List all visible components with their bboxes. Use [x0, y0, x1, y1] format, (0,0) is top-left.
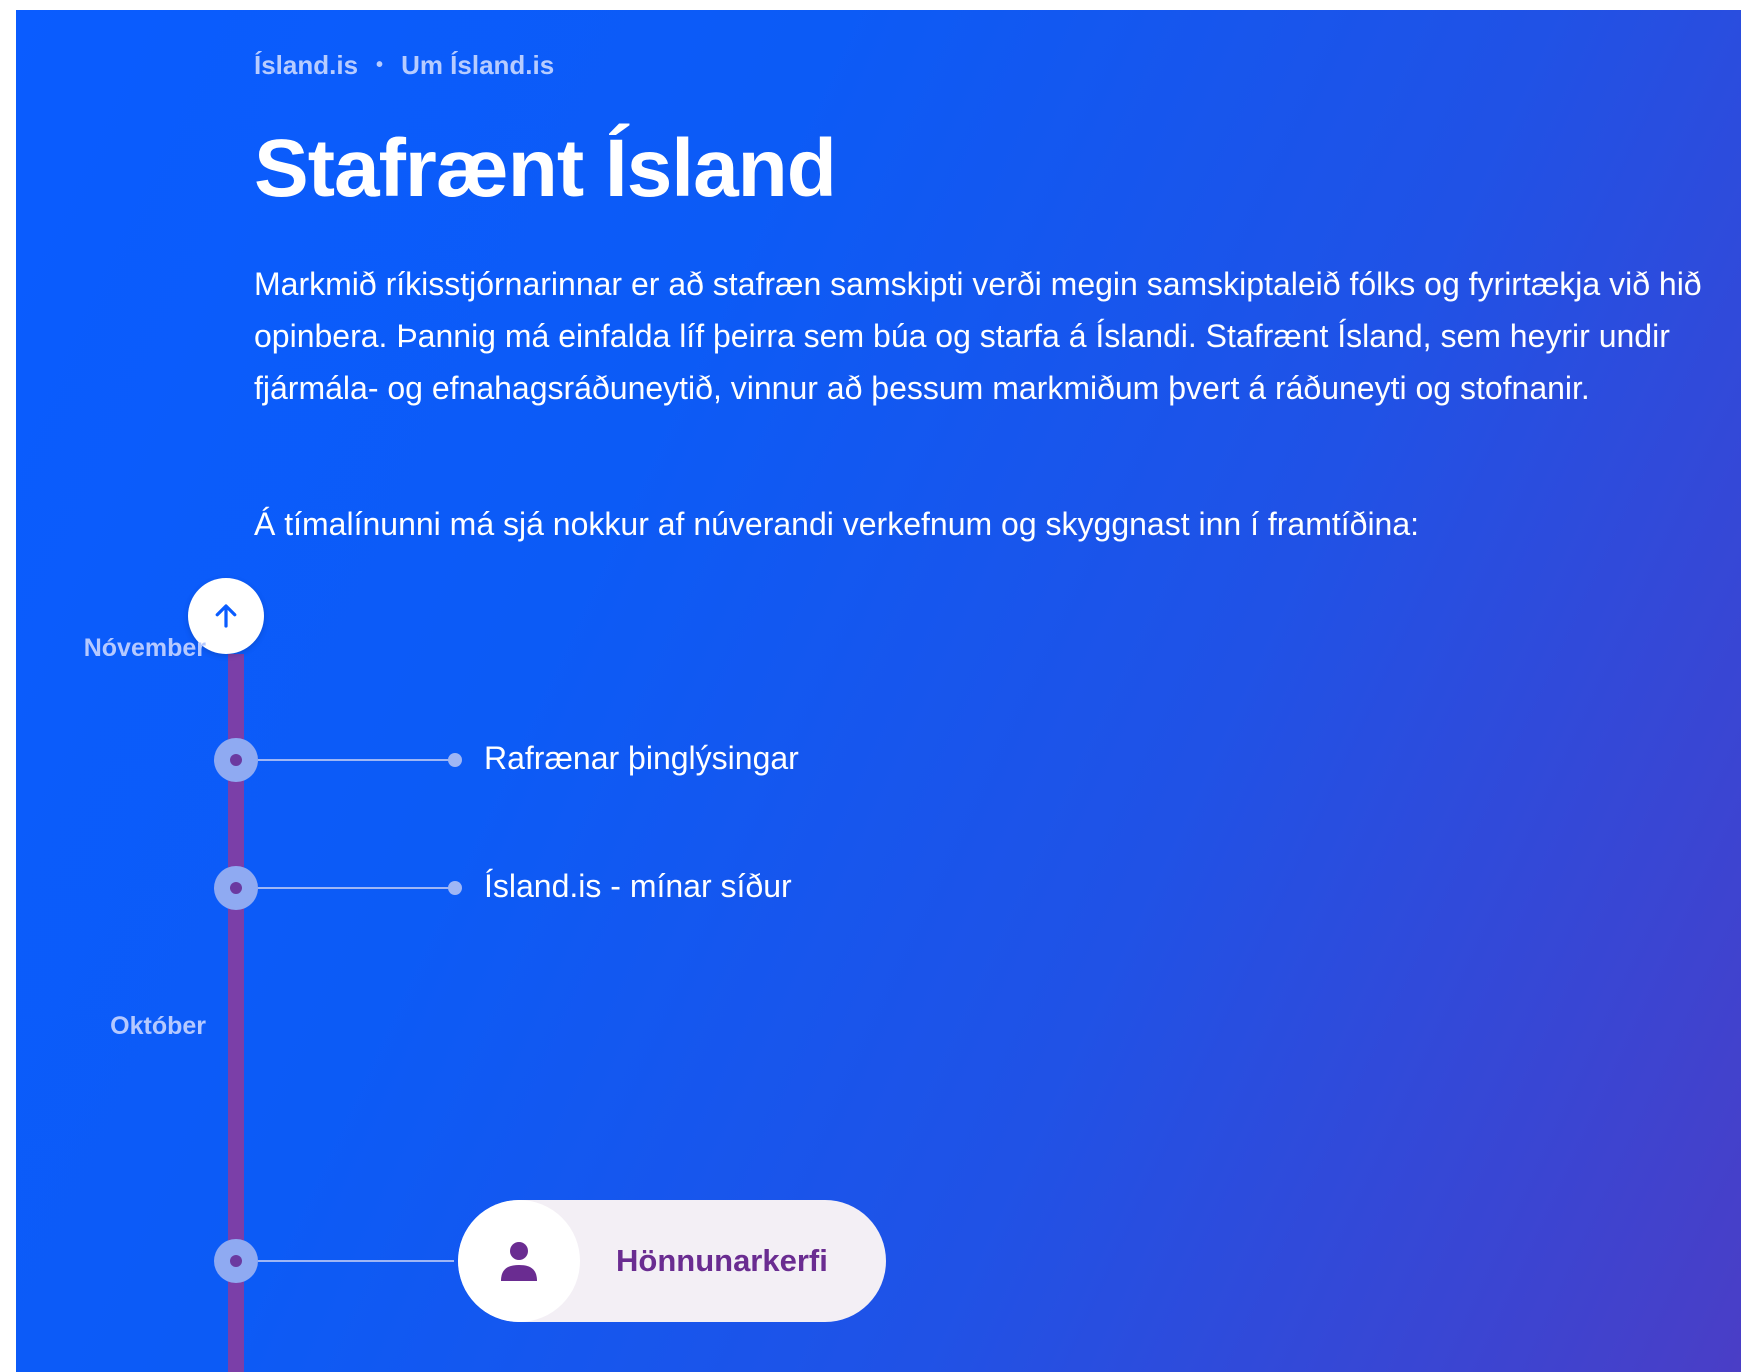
timeline-node — [214, 738, 258, 782]
timeline-connector — [258, 1260, 454, 1262]
person-icon — [501, 1242, 537, 1281]
timeline-card-honnunarkerfi[interactable]: Hönnunarkerfi — [458, 1200, 886, 1322]
intro-paragraph: Markmið ríkisstjórnarinnar er að stafræn… — [254, 266, 1702, 406]
timeline-event-island-minar-sidur[interactable]: Ísland.is - mínar síður — [484, 868, 792, 905]
timeline-connector — [258, 759, 454, 761]
breadcrumb-item-home[interactable]: Ísland.is — [254, 50, 358, 81]
card-icon-wrap — [458, 1200, 580, 1322]
breadcrumb: Ísland.is • Um Ísland.is — [254, 50, 554, 81]
card-label: Hönnunarkerfi — [616, 1243, 828, 1278]
connector-dot — [448, 753, 462, 767]
month-label-oktober: Október — [110, 1012, 206, 1040]
timeline-intro: Á tímalínunni má sjá nokkur af núverandi… — [254, 506, 1420, 542]
connector-dot — [448, 881, 462, 895]
timeline-event-rafraenar-thinglysingar[interactable]: Rafrænar þinglýsingar — [484, 740, 799, 777]
timeline-connector — [258, 887, 454, 889]
hero-panel: Ísland.is • Um Ísland.is Stafrænt Ísland… — [16, 10, 1741, 1372]
timeline-node — [214, 1239, 258, 1283]
page-title: Stafrænt Ísland — [254, 123, 837, 214]
breadcrumb-item-about[interactable]: Um Ísland.is — [401, 50, 554, 81]
arrow-up-icon — [215, 604, 237, 628]
timeline-node — [214, 866, 258, 910]
month-label-november: Nóvember — [83, 634, 206, 662]
breadcrumb-separator: • — [376, 54, 384, 76]
